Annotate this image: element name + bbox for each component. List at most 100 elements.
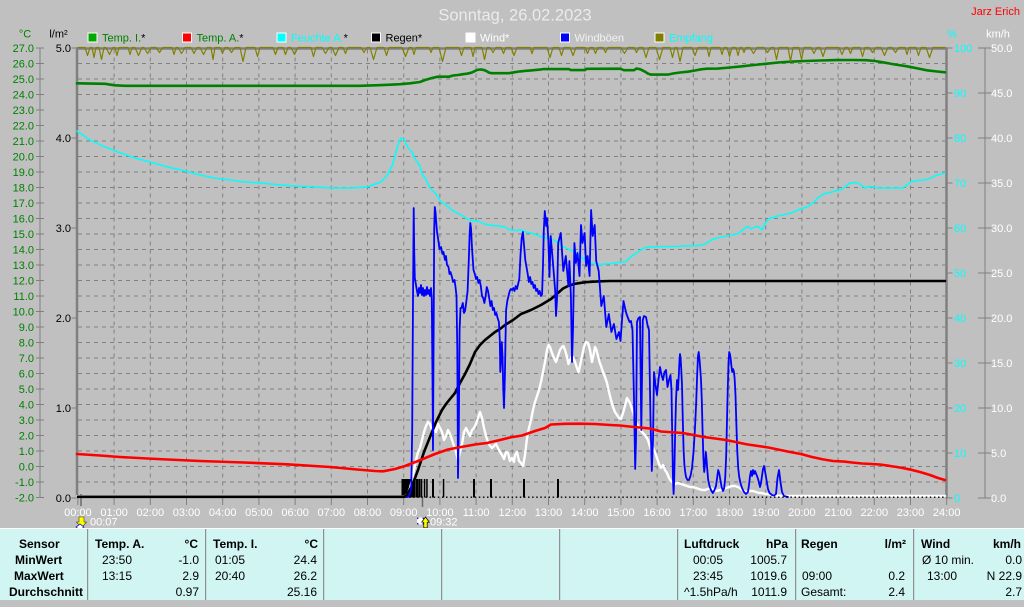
svg-text:40.0: 40.0 (991, 133, 1012, 145)
svg-text:6.0: 6.0 (19, 369, 34, 381)
svg-text:100: 100 (954, 43, 972, 55)
svg-text:25.0: 25.0 (991, 268, 1012, 280)
svg-text:l/m²: l/m² (49, 29, 68, 41)
svg-text:13:00: 13:00 (927, 569, 957, 583)
svg-text:^1.5hPa/h: ^1.5hPa/h (684, 585, 738, 599)
svg-text:17.0: 17.0 (13, 198, 34, 210)
svg-text:Temp. A.*: Temp. A.* (197, 33, 245, 45)
svg-text:22:00: 22:00 (861, 507, 889, 519)
svg-text:08:00: 08:00 (354, 507, 382, 519)
svg-text:5.0: 5.0 (56, 43, 71, 55)
svg-text:12:00: 12:00 (499, 507, 527, 519)
svg-text:-1.0: -1.0 (178, 553, 199, 567)
svg-text:1.0: 1.0 (19, 446, 34, 458)
svg-text:5.0: 5.0 (19, 384, 34, 396)
svg-text:10.0: 10.0 (13, 307, 34, 319)
svg-text:1011.9: 1011.9 (751, 585, 787, 599)
svg-text:7.0: 7.0 (19, 353, 34, 365)
svg-text:09:00: 09:00 (802, 569, 832, 583)
svg-text:27.0: 27.0 (13, 43, 34, 55)
svg-text:3.0: 3.0 (19, 415, 34, 427)
svg-text:Regen*: Regen* (386, 33, 423, 45)
svg-text:45.0: 45.0 (991, 88, 1012, 100)
svg-text:8.0: 8.0 (19, 338, 34, 350)
svg-text:18.0: 18.0 (13, 183, 34, 195)
svg-text:km/h: km/h (986, 29, 1010, 41)
svg-text:Luftdruck: Luftdruck (684, 537, 740, 551)
svg-text:15.0: 15.0 (991, 358, 1012, 370)
svg-text:0.0: 0.0 (19, 462, 34, 474)
svg-text:-1.0: -1.0 (15, 477, 34, 489)
svg-text:01:05: 01:05 (215, 553, 245, 567)
svg-text:N 22.9: N 22.9 (987, 569, 1023, 583)
svg-text:19:00: 19:00 (752, 507, 780, 519)
svg-text:km/h: km/h (993, 537, 1021, 551)
svg-text:MaxWert: MaxWert (14, 569, 64, 583)
svg-text:°C: °C (305, 537, 319, 551)
svg-text:14.0: 14.0 (13, 245, 34, 257)
svg-text:30.0: 30.0 (991, 223, 1012, 235)
svg-text:20:00: 20:00 (788, 507, 816, 519)
svg-text:20.0: 20.0 (991, 313, 1012, 325)
svg-text:Regen: Regen (801, 537, 838, 551)
svg-text:23:50: 23:50 (102, 553, 132, 567)
svg-text:23:45: 23:45 (693, 569, 723, 583)
svg-text:11.0: 11.0 (13, 291, 34, 303)
svg-text:Sonntag, 26.02.2023: Sonntag, 26.02.2023 (438, 7, 591, 25)
svg-text:0.2: 0.2 (888, 569, 905, 583)
svg-text:26.0: 26.0 (13, 59, 34, 71)
svg-text:Empfang: Empfang (669, 33, 713, 45)
svg-text:30: 30 (954, 358, 966, 370)
svg-text:05:00: 05:00 (245, 507, 273, 519)
svg-text:3.0: 3.0 (56, 223, 71, 235)
svg-text:14:00: 14:00 (571, 507, 599, 519)
svg-text:70: 70 (954, 178, 966, 190)
svg-text:Ø 10 min.: Ø 10 min. (922, 553, 974, 567)
svg-text:15.0: 15.0 (13, 229, 34, 241)
svg-text:5.0: 5.0 (991, 448, 1006, 460)
svg-text:4.0: 4.0 (56, 133, 71, 145)
svg-text:0.0: 0.0 (56, 493, 71, 505)
svg-text:Wind*: Wind* (480, 33, 510, 45)
svg-text:10.0: 10.0 (991, 403, 1012, 415)
svg-text:0.0: 0.0 (1005, 553, 1022, 567)
svg-text:16:00: 16:00 (643, 507, 671, 519)
svg-text:60: 60 (954, 223, 966, 235)
svg-text:20:40: 20:40 (215, 569, 245, 583)
svg-text:Wind: Wind (921, 537, 950, 551)
svg-text:17:00: 17:00 (680, 507, 708, 519)
svg-text:24.0: 24.0 (13, 90, 34, 102)
svg-text:13:00: 13:00 (535, 507, 563, 519)
svg-text:-2.0: -2.0 (15, 493, 34, 505)
svg-text:0.97: 0.97 (176, 585, 200, 599)
svg-text:04:00: 04:00 (209, 507, 237, 519)
svg-text:2.0: 2.0 (19, 431, 34, 443)
svg-text:%: % (947, 29, 957, 41)
svg-text:2.0: 2.0 (56, 313, 71, 325)
svg-text:00:07: 00:07 (90, 517, 118, 529)
svg-text:1.0: 1.0 (56, 403, 71, 415)
svg-text:03:00: 03:00 (173, 507, 201, 519)
svg-text:50: 50 (954, 268, 966, 280)
svg-text:19.0: 19.0 (13, 167, 34, 179)
svg-text:07:00: 07:00 (318, 507, 346, 519)
svg-text:13.0: 13.0 (13, 260, 34, 272)
svg-text:06:00: 06:00 (281, 507, 309, 519)
svg-text:0.0: 0.0 (991, 493, 1006, 505)
svg-text:Temp. I.: Temp. I. (213, 537, 257, 551)
svg-text:21.0: 21.0 (13, 136, 34, 148)
svg-text:Jarz Erich: Jarz Erich (971, 6, 1020, 18)
svg-text:12.0: 12.0 (13, 276, 34, 288)
svg-text:l/m²: l/m² (885, 537, 906, 551)
svg-text:11:00: 11:00 (463, 507, 490, 519)
svg-text:15:00: 15:00 (607, 507, 635, 519)
svg-text:2.7: 2.7 (1005, 585, 1022, 599)
svg-text:°C: °C (185, 537, 199, 551)
svg-text:23.0: 23.0 (13, 105, 34, 117)
svg-text:Feuchte A.*: Feuchte A.* (291, 33, 349, 45)
svg-text:02:00: 02:00 (137, 507, 165, 519)
svg-text:2.9: 2.9 (182, 569, 199, 583)
svg-text:24:00: 24:00 (933, 507, 961, 519)
svg-text:09:00: 09:00 (390, 507, 418, 519)
svg-text:23:00: 23:00 (897, 507, 925, 519)
